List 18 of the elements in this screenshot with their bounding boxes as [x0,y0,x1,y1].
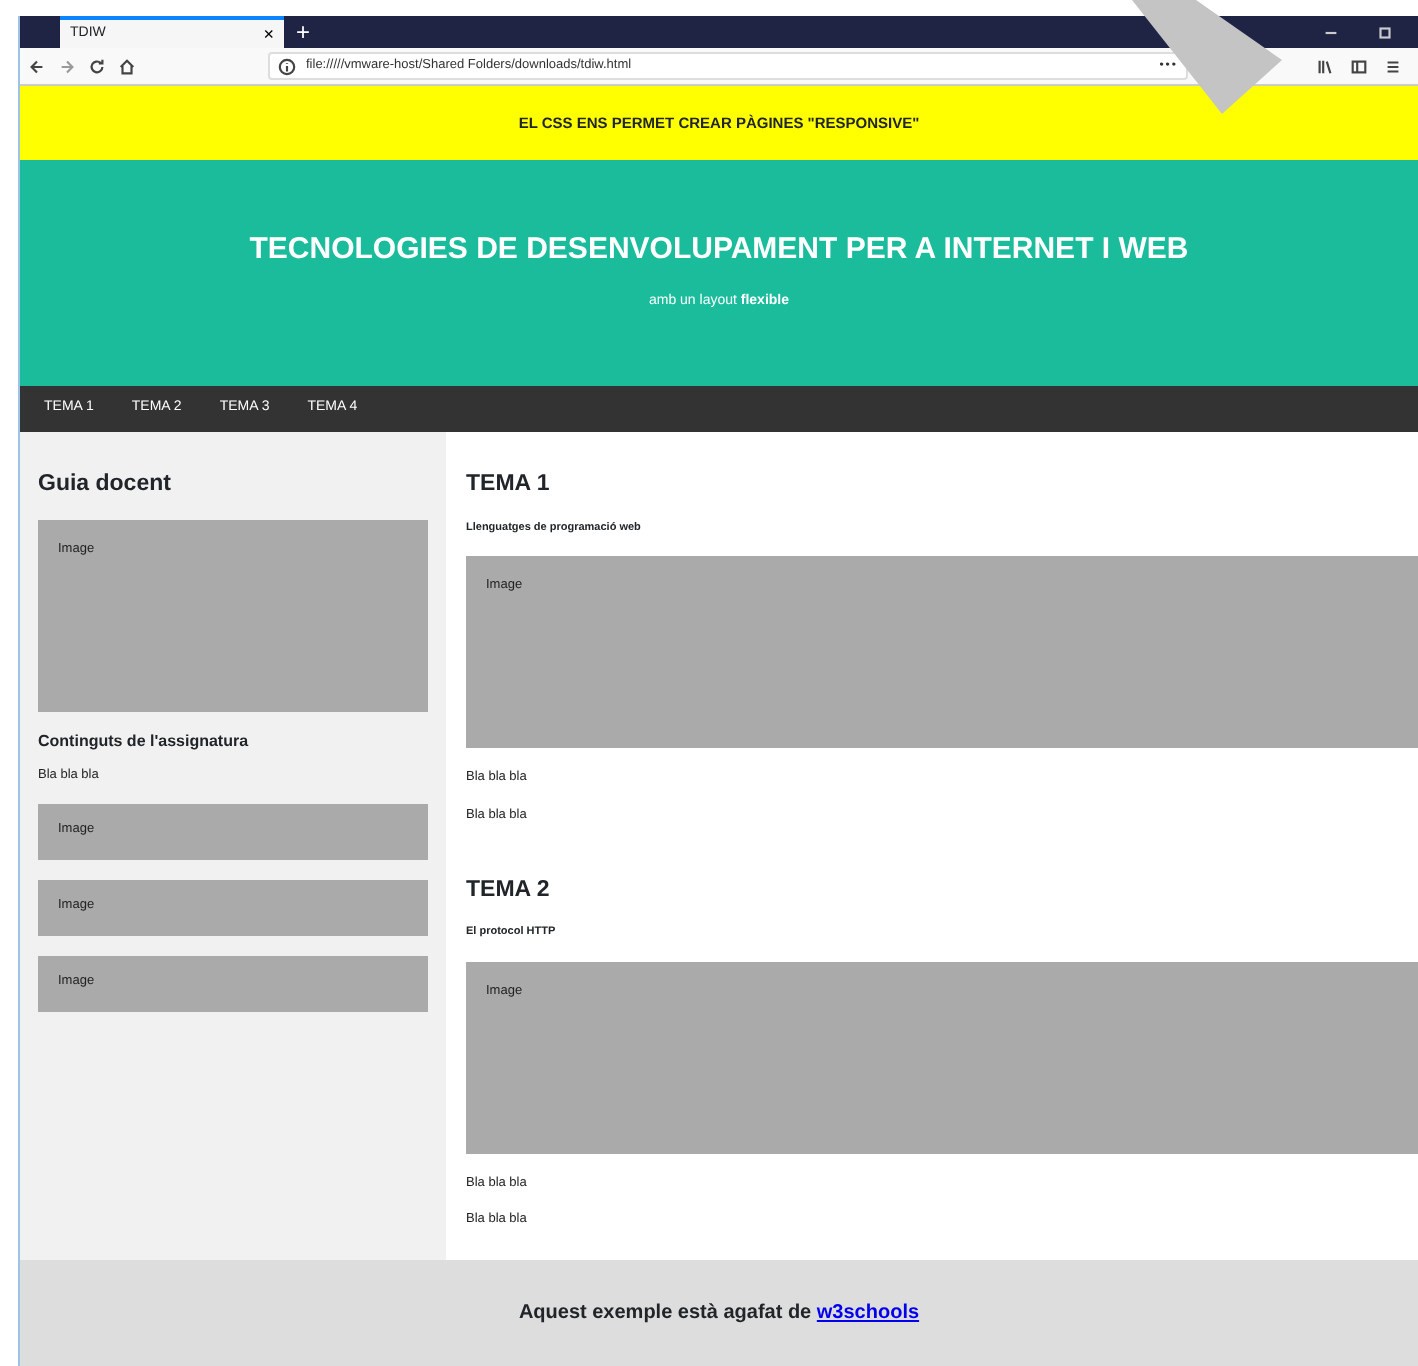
new-tab-button[interactable]: + [284,16,323,48]
back-icon[interactable] [28,57,46,75]
reload-icon[interactable] [88,57,106,75]
home-icon[interactable] [118,57,136,75]
sidebar-title: Guia docent [38,472,173,500]
section-title: TEMA 2 [466,877,552,905]
info-icon [278,57,296,75]
sidebar-icon[interactable] [1350,57,1368,75]
section-title: TEMA 1 [466,472,552,500]
page-title: TECNOLOGIES DE DESENVOLUPAMENT PER A INTERNET I WEB [249,232,1189,269]
footer-text: Aquest exemple està agafat de w3schools [518,1300,920,1328]
tab-close-button[interactable]: × [263,25,274,43]
library-icon[interactable] [1316,57,1334,75]
footer-link[interactable]: w3schools [816,1302,920,1324]
sidebar-subtitle: Continguts de l'assignatura [38,731,251,751]
maximize-icon[interactable] [1376,23,1394,41]
forward-icon[interactable] [58,57,76,75]
menu-icon[interactable] [1384,57,1402,75]
